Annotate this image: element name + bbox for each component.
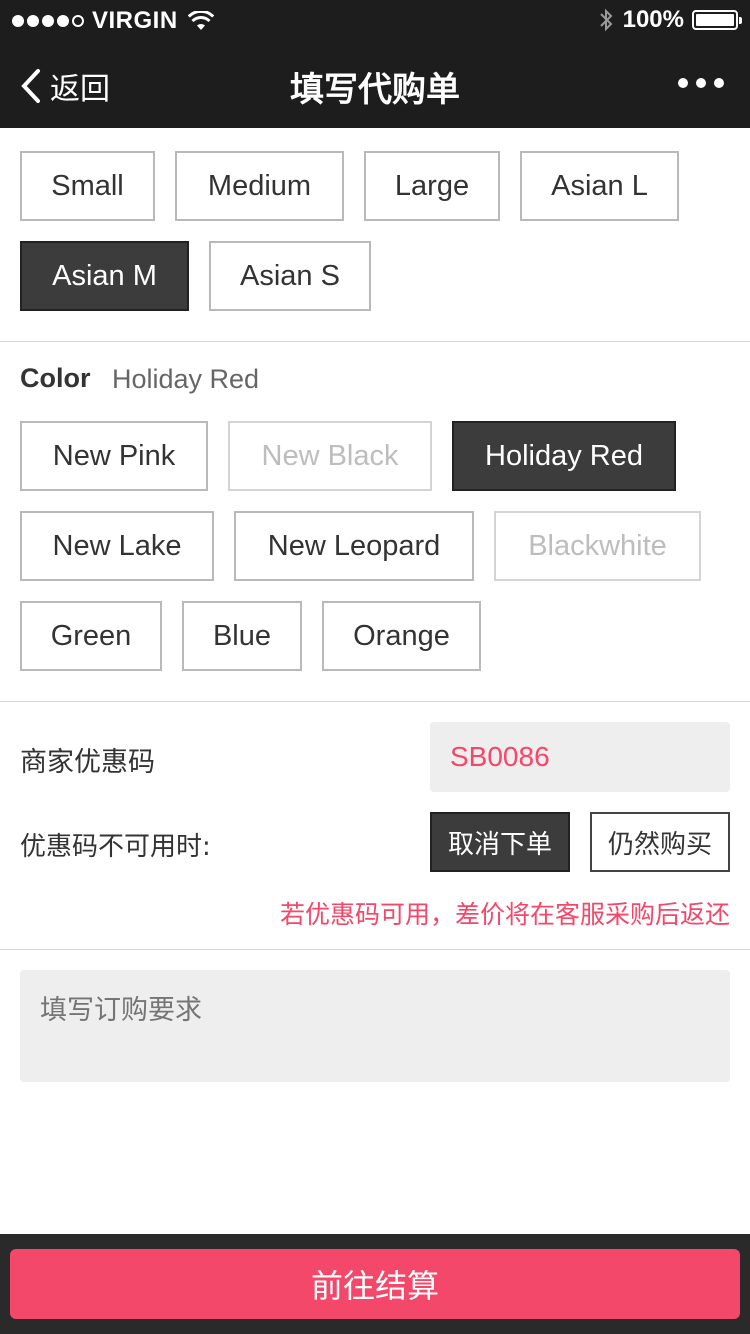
color-option-green[interactable]: Green	[20, 601, 162, 671]
color-option-new-leopard[interactable]: New Leopard	[234, 511, 474, 581]
checkout-button[interactable]: 前往结算	[10, 1249, 740, 1319]
page-title: 填写代购单	[290, 70, 460, 110]
status-right: 100%	[597, 6, 742, 34]
size-option-asian-m[interactable]: Asian M	[20, 241, 189, 311]
status-bar: VIRGIN 100%	[0, 0, 750, 40]
divider	[0, 949, 750, 950]
size-option-small[interactable]: Small	[20, 151, 155, 221]
color-option-holiday-red[interactable]: Holiday Red	[452, 421, 676, 491]
signal-strength-icon	[12, 15, 84, 27]
more-options-icon[interactable]	[678, 78, 724, 88]
divider	[0, 341, 750, 342]
coupon-unavailable-label: 优惠码不可用时:	[20, 832, 211, 862]
color-option-blue[interactable]: Blue	[182, 601, 302, 671]
size-option-asian-s[interactable]: Asian S	[209, 241, 371, 311]
size-option-medium[interactable]: Medium	[175, 151, 344, 221]
coupon-label: 商家优惠码	[20, 747, 155, 778]
size-option-asian-l[interactable]: Asian L	[520, 151, 679, 221]
color-option-new-pink[interactable]: New Pink	[20, 421, 208, 491]
wifi-icon	[187, 11, 214, 30]
divider	[0, 701, 750, 702]
refund-notice: 若优惠码可用，差价将在客服采购后返还	[279, 900, 730, 929]
carrier-name: VIRGIN	[92, 7, 178, 34]
battery-icon	[692, 10, 742, 30]
coupon-code-input[interactable]: SB0086	[430, 722, 730, 792]
navigation-bar: 返回 填写代购单	[0, 40, 750, 128]
bluetooth-icon	[599, 8, 613, 32]
color-label: Color	[20, 363, 91, 393]
order-request-input[interactable]	[20, 970, 730, 1082]
status-left: VIRGIN	[12, 7, 214, 35]
selected-color-value: Holiday Red	[112, 364, 260, 394]
color-option-orange[interactable]: Orange	[322, 601, 481, 671]
color-option-new-black: New Black	[228, 421, 432, 491]
color-option-new-lake[interactable]: New Lake	[20, 511, 214, 581]
color-option-blackwhite: Blackwhite	[494, 511, 701, 581]
battery-percent: 100%	[622, 6, 684, 33]
cancel-order-button[interactable]: 取消下单	[430, 812, 570, 872]
size-option-large[interactable]: Large	[364, 151, 500, 221]
buy-anyway-button[interactable]: 仍然购买	[590, 812, 730, 872]
